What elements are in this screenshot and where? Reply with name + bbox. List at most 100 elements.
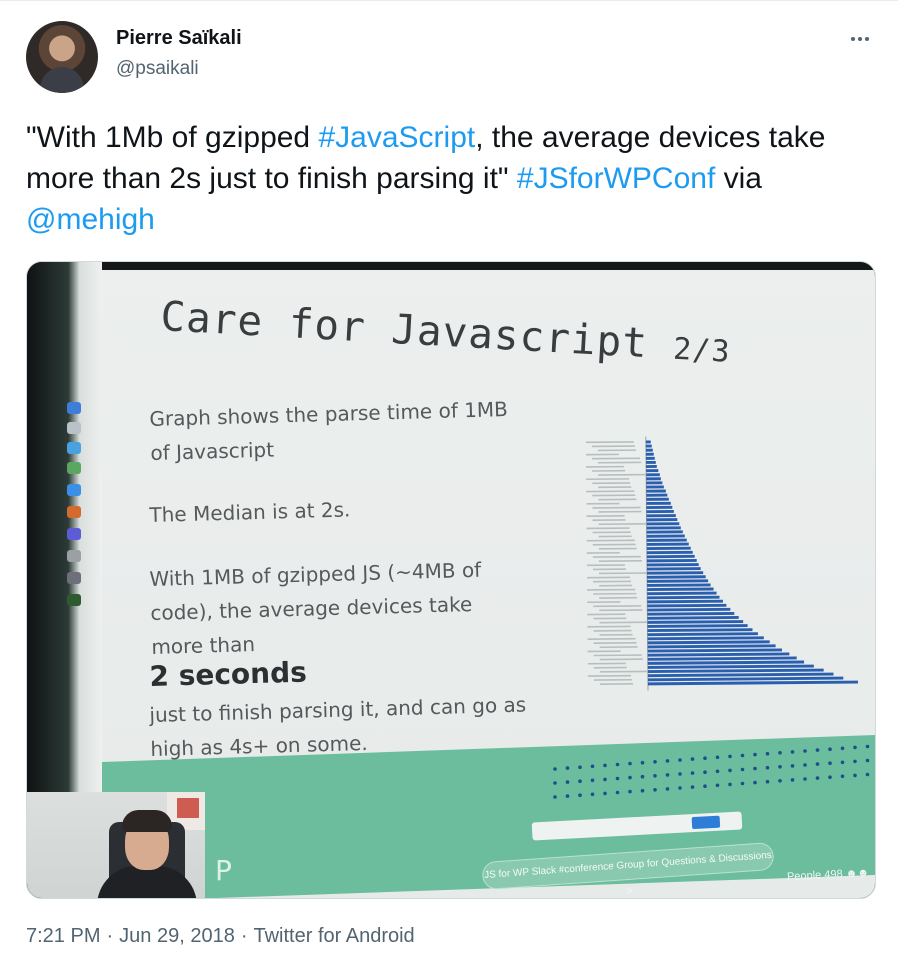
avatar[interactable]	[26, 21, 98, 93]
decorative-dot	[703, 756, 707, 760]
chart-label-placeholder	[587, 674, 631, 677]
chart-label-placeholder	[592, 519, 626, 521]
tweet-date[interactable]: Jun 29, 2018	[119, 925, 235, 947]
decorative-dot	[728, 782, 732, 787]
decorative-dot	[603, 791, 607, 796]
chart-bar	[646, 489, 666, 493]
decorative-dot	[753, 766, 757, 771]
chart-bar	[647, 672, 834, 678]
tweet-photo[interactable]: Care for Javascript 2/3 Graph shows the …	[26, 261, 876, 899]
decorative-dot	[665, 773, 670, 777]
chart-bar	[646, 465, 657, 469]
decorative-dot	[728, 768, 732, 773]
chart-bar	[646, 514, 676, 518]
decorative-dot	[765, 751, 770, 756]
chart-bar	[646, 505, 673, 510]
decorative-dot	[640, 760, 645, 765]
decorative-dot	[578, 765, 582, 769]
chart-label-placeholder	[597, 449, 636, 452]
chart-bar	[647, 676, 844, 682]
chart-label-placeholder	[598, 535, 632, 538]
chart-label-placeholder	[593, 605, 642, 608]
chart-bar	[647, 660, 805, 665]
chart-label-placeholder	[592, 543, 636, 546]
decorative-dot	[628, 761, 632, 766]
chart-label-placeholder	[599, 670, 648, 673]
decorative-dot	[553, 781, 557, 785]
chart-label-placeholder	[586, 564, 625, 567]
decorative-dot	[778, 779, 782, 783]
chart-bar	[646, 497, 669, 501]
chart-bar	[646, 554, 695, 559]
decorative-dot	[653, 760, 657, 764]
chart-label-placeholder	[592, 469, 626, 472]
chart-bar	[647, 616, 739, 620]
dock-icon	[67, 572, 81, 584]
more-horizontal-icon-dot	[858, 37, 862, 41]
chart-bar	[647, 607, 731, 612]
decorative-dot	[590, 792, 595, 797]
chart-label-placeholder	[586, 502, 620, 505]
chart-bar	[646, 526, 681, 530]
notice-button[interactable]	[691, 815, 721, 830]
chart-label-placeholder	[587, 613, 626, 616]
chart-label-placeholder	[599, 572, 648, 575]
chart-label-placeholder	[598, 523, 647, 526]
chart-label-placeholder	[587, 650, 621, 653]
author-display-name[interactable]: Pierre Saïkali	[116, 27, 242, 50]
chart-bar	[647, 583, 711, 587]
chart-label-placeholder	[593, 666, 627, 669]
decorative-dot	[815, 762, 820, 766]
author-handle[interactable]: @psaikali	[116, 58, 199, 80]
chart-bar	[647, 680, 858, 686]
chart-bar	[647, 624, 748, 628]
people-icon: ☻☻	[845, 866, 870, 881]
chart-bar	[647, 575, 706, 579]
tweet-source[interactable]: Twitter for Android	[253, 925, 414, 947]
chart-bar	[647, 656, 797, 661]
chart-bar	[646, 485, 664, 489]
chart-label-placeholder	[598, 559, 642, 562]
decorative-dot	[778, 751, 782, 755]
decorative-dot	[690, 757, 695, 761]
decorative-dot	[840, 746, 845, 751]
decorative-dot	[703, 770, 707, 774]
chart-bar	[646, 469, 659, 473]
decorative-dot	[653, 774, 657, 778]
mention-link[interactable]: @mehigh	[26, 203, 155, 236]
chart-bar	[646, 473, 660, 477]
decorative-dot	[578, 793, 582, 797]
chart-bar	[647, 603, 727, 608]
tweet-time[interactable]: 7:21 PM	[26, 925, 100, 947]
chart-label-placeholder	[593, 678, 632, 681]
chart-label-placeholder	[599, 621, 648, 624]
chart-bar	[645, 448, 653, 452]
chart-label-placeholder	[598, 461, 642, 464]
chart-label-placeholder	[586, 527, 630, 530]
slide-title-suffix: 2/3	[672, 331, 732, 370]
hashtag-link[interactable]: #JavaScript	[318, 121, 475, 154]
decorative-dot	[778, 765, 782, 769]
decorative-dot	[715, 769, 720, 774]
tweet-card: Pierre Saïkali @psaikali "With 1Mb of gz…	[0, 0, 898, 963]
hashtag-link[interactable]: #JSforWPConf	[517, 162, 715, 195]
chart-bar	[647, 591, 717, 596]
chart-bar	[647, 668, 824, 674]
decorative-dot	[628, 789, 632, 794]
chart-label-placeholder	[598, 498, 637, 501]
browser-bar	[102, 262, 875, 270]
chart-label-placeholder	[587, 601, 621, 604]
decorative-dot	[578, 779, 582, 783]
dock-icon	[67, 506, 81, 518]
chart-label-placeholder	[599, 609, 643, 612]
chart-label-placeholder	[599, 658, 643, 661]
chart-label-placeholder	[592, 531, 631, 534]
person-hair	[122, 810, 172, 832]
decorative-dot	[590, 778, 595, 783]
chart-bar	[646, 558, 697, 563]
chart-label-placeholder	[593, 654, 642, 657]
more-options-button[interactable]	[840, 25, 880, 53]
chart-label-placeholder	[586, 490, 635, 493]
chart-label-placeholder	[592, 555, 641, 558]
chart-label-placeholder	[587, 576, 631, 579]
